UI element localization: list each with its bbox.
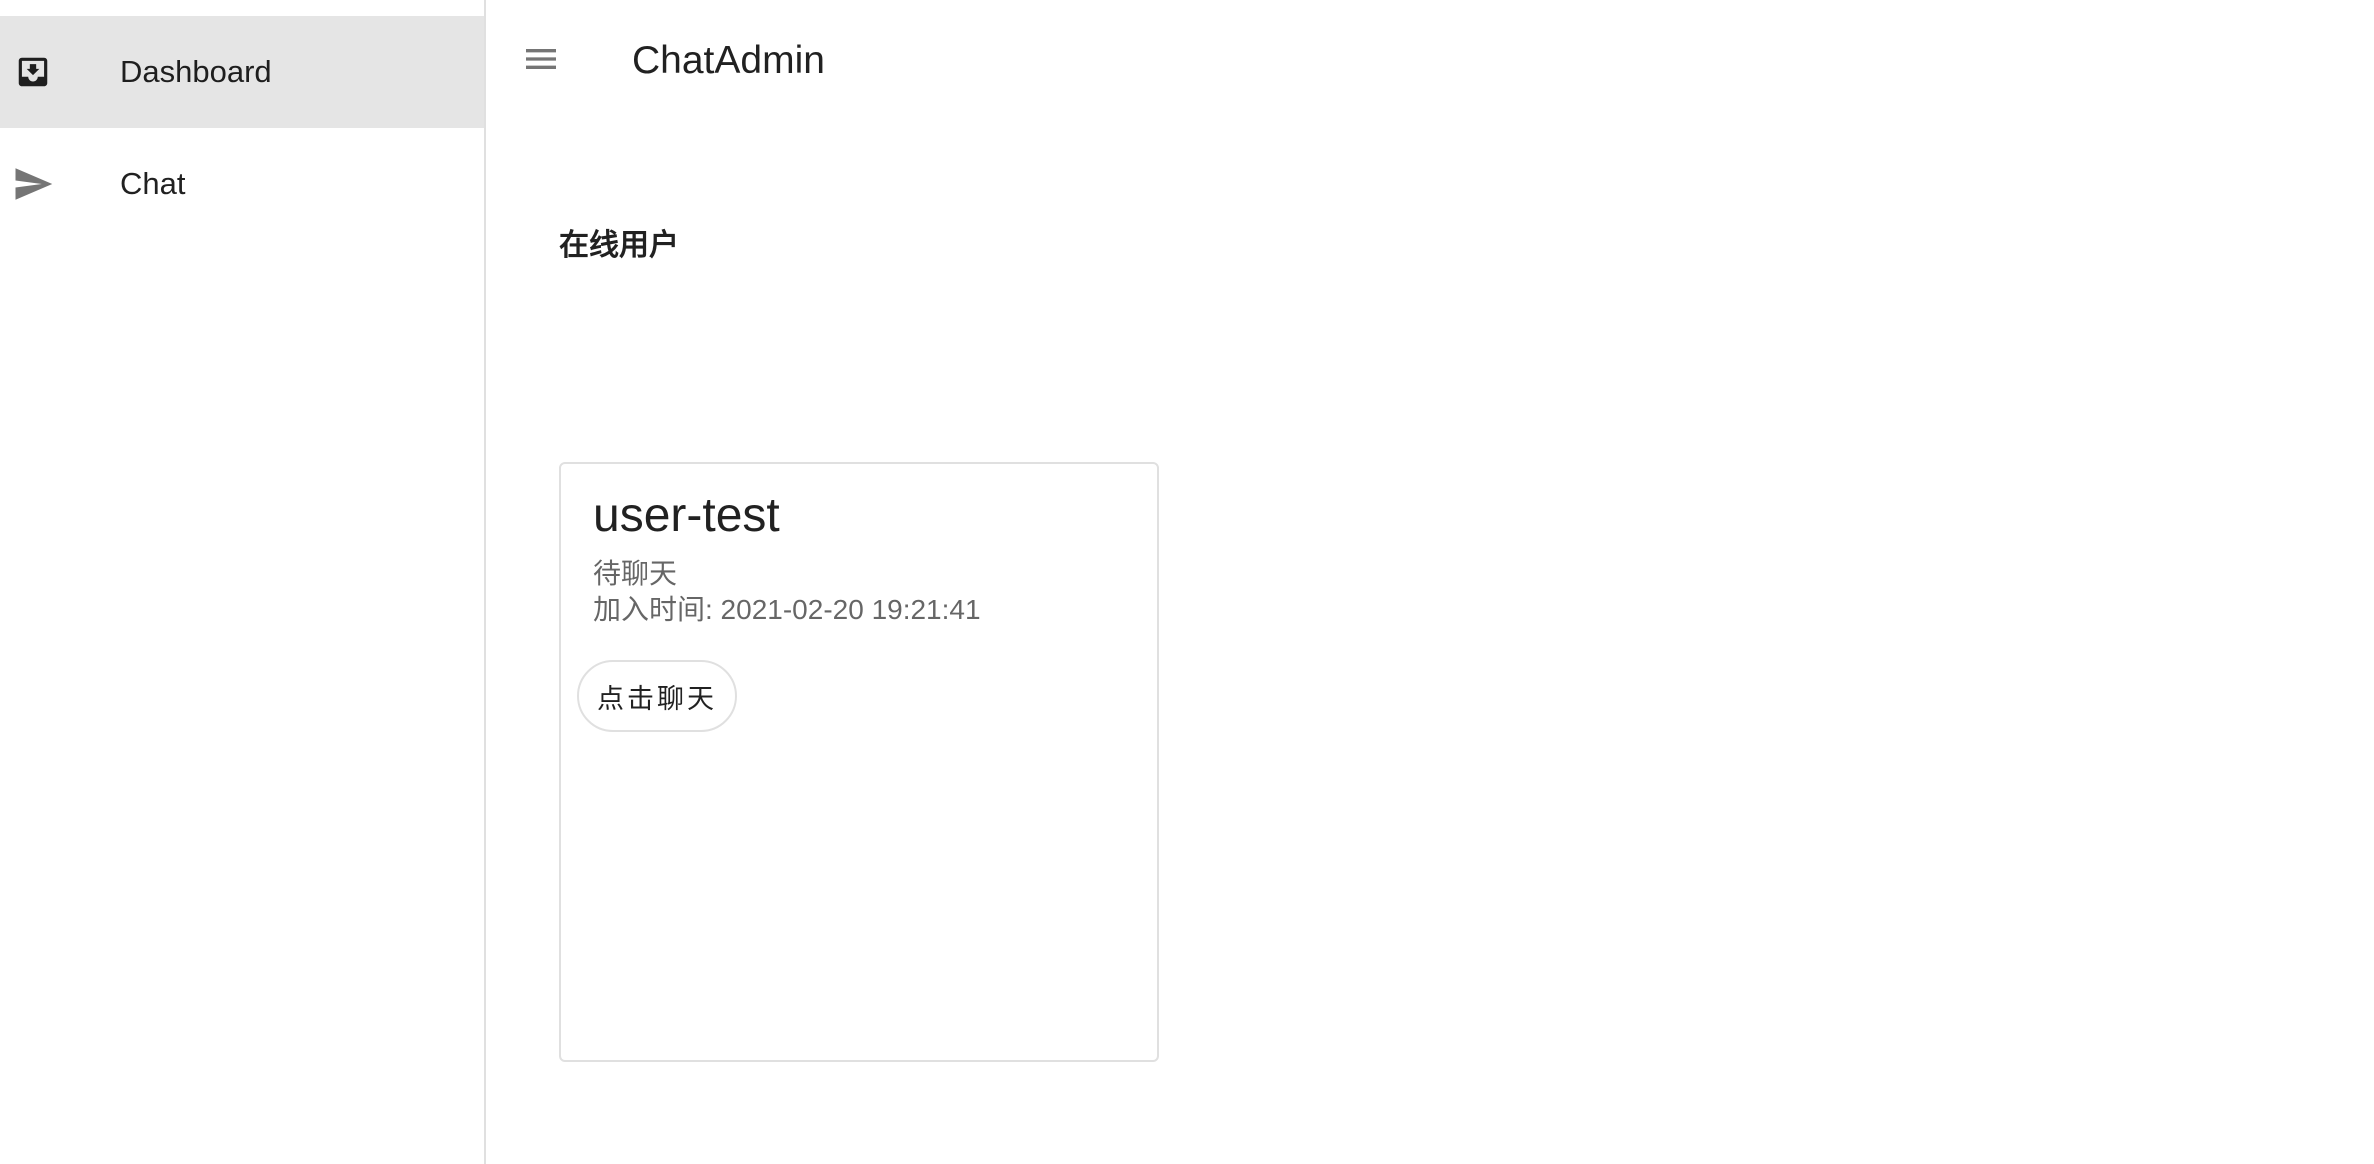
sidebar: Dashboard Chat — [0, 0, 486, 1164]
hamburger-menu-icon — [521, 39, 561, 84]
user-join-time: 加入时间: 2021-02-20 19:21:41 — [593, 594, 981, 625]
user-card: user-test 待聊天 加入时间: 2021-02-20 19:21:41 … — [559, 462, 1159, 1062]
user-name: user-test — [593, 489, 780, 542]
app-title: ChatAdmin — [632, 39, 825, 82]
start-chat-button[interactable]: 点击聊天 — [577, 660, 737, 732]
sidebar-item-chat[interactable]: Chat — [0, 128, 484, 240]
user-status: 待聊天 — [593, 558, 678, 589]
sidebar-item-dashboard[interactable]: Dashboard — [0, 16, 484, 128]
send-icon — [12, 163, 54, 205]
sidebar-item-label: Chat — [120, 166, 186, 201]
sidebar-item-label: Dashboard — [120, 54, 272, 89]
menu-button[interactable] — [516, 36, 566, 86]
page-title: 在线用户 — [559, 229, 679, 262]
inbox-download-icon — [12, 51, 54, 93]
app-bar: ChatAdmin — [486, 0, 2374, 128]
